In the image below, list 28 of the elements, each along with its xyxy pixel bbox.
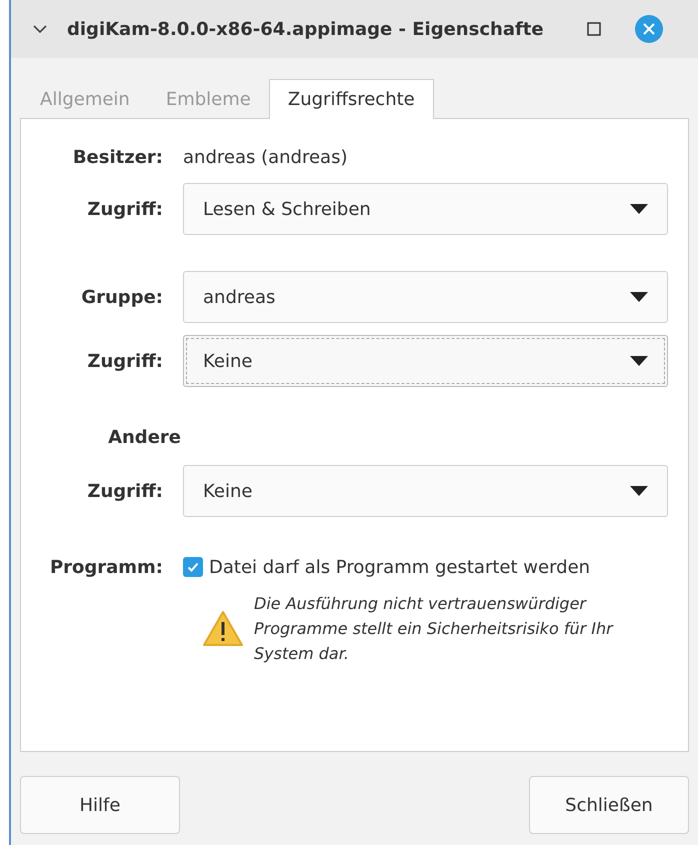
access-dropdown[interactable]: Keine [183,465,668,517]
field-label: Gruppe: [81,286,163,308]
field-label: Zugriff: [87,350,163,372]
dialog-button[interactable]: Schließen [529,776,689,834]
executable-checkbox[interactable] [183,557,203,577]
chevron-down-icon[interactable] [33,24,47,34]
access-dropdown[interactable]: andreas [183,271,668,323]
section-heading: Andere [108,426,181,448]
caret-icon [630,292,648,302]
access-dropdown[interactable]: Lesen & Schreiben [183,183,668,235]
dialog-button[interactable]: Hilfe [20,776,180,834]
owner-value: andreas (andreas) [183,146,348,170]
field-label: Besitzer: [72,146,163,168]
caret-icon [630,486,648,496]
maximize-icon[interactable] [587,22,601,36]
access-dropdown[interactable]: Keine [183,335,668,387]
field-label: Zugriff: [87,198,163,220]
checkbox-label[interactable]: Datei darf als Programm gestartet werden [209,554,590,580]
warning-icon [202,610,244,648]
caret-icon [630,204,648,214]
checkmark-icon [186,560,200,574]
tab[interactable]: Zugriffsrechte [268,79,434,119]
close-icon[interactable] [635,15,663,43]
window-title: digiKam-8.0.0-x86-64.appimage - Eigenschafte [67,18,545,42]
caret-icon [630,356,648,366]
field-label: Zugriff: [87,480,163,502]
field-label: Programm: [50,556,163,578]
warning-text: Die Ausführung nicht vertrauenswürdiger Programme stellt ein Sicherheitsrisiko für Ihr System dar. [254,593,614,665]
